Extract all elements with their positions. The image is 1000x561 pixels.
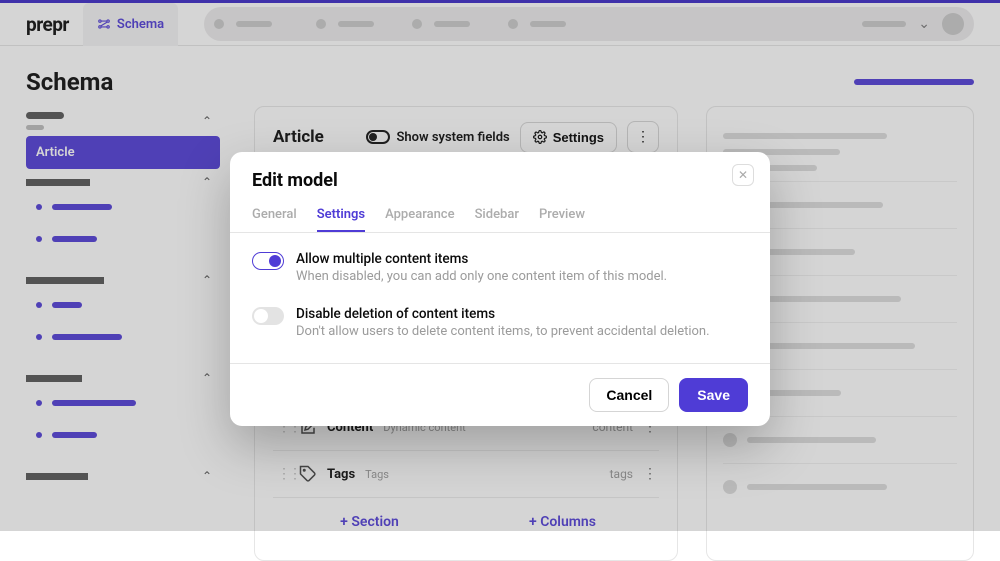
close-icon: ✕ bbox=[738, 168, 748, 182]
tab-settings[interactable]: Settings bbox=[317, 197, 365, 232]
setting-label: Allow multiple content items bbox=[296, 251, 667, 267]
tab-appearance[interactable]: Appearance bbox=[385, 197, 454, 232]
modal-tabs: General Settings Appearance Sidebar Prev… bbox=[230, 197, 770, 233]
toggle-allow-multiple[interactable] bbox=[252, 252, 284, 270]
cancel-button[interactable]: Cancel bbox=[589, 378, 669, 412]
setting-allow-multiple: Allow multiple content items When disabl… bbox=[252, 251, 748, 284]
tab-sidebar[interactable]: Sidebar bbox=[475, 197, 519, 232]
tab-preview[interactable]: Preview bbox=[539, 197, 585, 232]
setting-desc: Don't allow users to delete content item… bbox=[296, 324, 710, 339]
close-button[interactable]: ✕ bbox=[732, 164, 754, 186]
toggle-disable-deletion[interactable] bbox=[252, 307, 284, 325]
edit-model-modal: Edit model ✕ General Settings Appearance… bbox=[230, 152, 770, 426]
save-button[interactable]: Save bbox=[679, 378, 748, 412]
modal-overlay[interactable]: Edit model ✕ General Settings Appearance… bbox=[0, 0, 1000, 531]
setting-disable-deletion: Disable deletion of content items Don't … bbox=[252, 306, 748, 339]
modal-title: Edit model bbox=[252, 170, 338, 191]
setting-label: Disable deletion of content items bbox=[296, 306, 710, 322]
setting-desc: When disabled, you can add only one cont… bbox=[296, 269, 667, 284]
tab-general[interactable]: General bbox=[252, 197, 297, 232]
